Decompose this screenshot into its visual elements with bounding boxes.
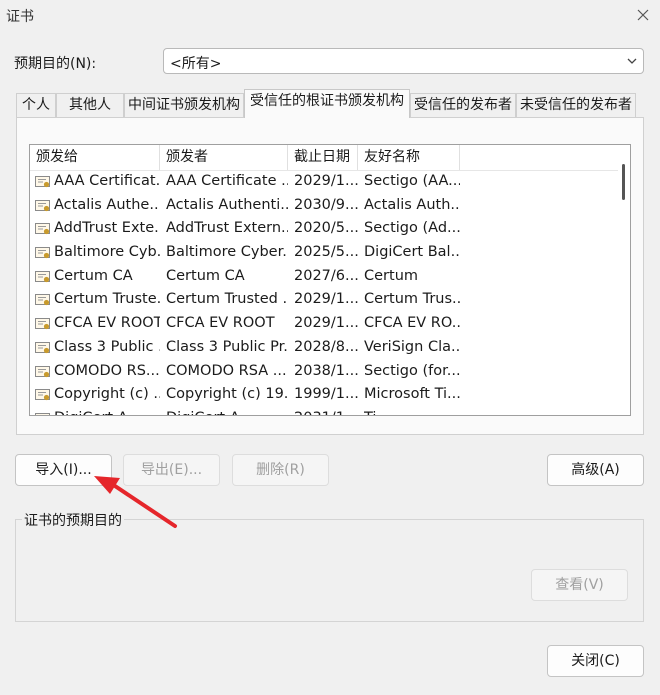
row-cell: 2028/8... [294, 338, 358, 355]
tab-personal[interactable]: 个人 [16, 93, 56, 117]
row-cell: COMODO RSA ... [166, 362, 287, 379]
row-cell: Baltimore Cyber... [166, 244, 288, 261]
table-row[interactable]: DigiCert A... DigiCert A... 2031/1... Ti... [30, 407, 620, 415]
row-cell: Sectigo (Ad... [364, 220, 460, 237]
row-cell: AddTrust Extern... [166, 220, 288, 237]
tab-trusted-root-ca[interactable]: 受信任的根证书颁发机构 [244, 89, 410, 118]
certificate-icon [35, 365, 50, 377]
table-row[interactable]: Certum Truste... Certum Trusted ... 2029/1… [30, 288, 620, 312]
row-cell: 2038/1... [294, 362, 358, 379]
column-expiration-date[interactable]: 截止日期 [288, 145, 358, 170]
row-cell: DigiCert A... [54, 407, 160, 415]
row-cell: DigiCert Bal... [364, 244, 460, 261]
table-row[interactable]: Certum CA Certum CA 2027/6... Certum [30, 265, 620, 289]
view-button[interactable]: 查看(V) [531, 569, 628, 601]
intended-purpose-label: 预期目的(N): [14, 56, 97, 72]
row-cell: Certum CA [54, 267, 133, 284]
certificate-icon [35, 247, 50, 259]
certificate-icon [35, 199, 50, 211]
row-cell: CFCA EV ROOT [166, 315, 275, 332]
column-friendly-name[interactable]: 友好名称 [358, 145, 460, 170]
window-title: 证书 [6, 9, 34, 25]
certificate-list[interactable]: 颁发给 颁发者 截止日期 友好名称 AAA Certificat... AAA C… [29, 144, 631, 416]
row-cell: Sectigo (for... [364, 362, 460, 379]
row-cell: 2029/1... [294, 291, 358, 308]
row-cell: Sectigo (AA... [364, 173, 460, 189]
chevron-down-icon [627, 58, 637, 64]
row-cell: Class 3 Public ... [54, 338, 160, 355]
row-cell: CFCA EV ROOT [54, 315, 160, 332]
row-cell: 2025/5... [294, 244, 358, 261]
row-cell: 2031/1... [294, 407, 358, 415]
advanced-button[interactable]: 高级(A) [547, 454, 644, 486]
row-cell: AAA Certificat... [54, 173, 160, 189]
column-issued-by[interactable]: 颁发者 [160, 145, 288, 170]
table-row[interactable]: Copyright (c) ... Copyright (c) 19... 1999… [30, 383, 620, 407]
row-cell: 2029/1... [294, 315, 358, 332]
row-cell: 2029/1... [294, 173, 358, 189]
table-row[interactable]: CFCA EV ROOT CFCA EV ROOT 2029/1... CFCA EV… [30, 312, 620, 336]
row-cell: VeriSign Cla... [364, 338, 460, 355]
table-row[interactable]: Actalis Authe... Actalis Authenti... 2030/… [30, 194, 620, 218]
list-header: 颁发给 颁发者 截止日期 友好名称 [30, 145, 620, 171]
row-cell: Microsoft Ti... [364, 386, 460, 403]
certificate-icon [35, 389, 50, 401]
row-cell: Certum Trusted ... [166, 291, 288, 308]
certificate-icon [35, 294, 50, 306]
table-row[interactable]: AddTrust Exte... AddTrust Extern... 2020/5… [30, 217, 620, 241]
certificate-icon [35, 176, 50, 188]
row-cell: 1999/1... [294, 386, 358, 403]
intended-purpose-value: <所有> [170, 56, 222, 72]
row-cell: Certum [364, 267, 419, 284]
row-cell: AAA Certificate ... [166, 173, 288, 189]
tab-trusted-publishers[interactable]: 受信任的发布者 [410, 93, 516, 117]
title-bar: 证书 [0, 0, 660, 34]
row-cell: Actalis Auth... [364, 196, 460, 213]
row-cell: Certum Trus... [364, 291, 460, 308]
tab-untrusted-publishers[interactable]: 未受信任的发布者 [516, 93, 636, 117]
certificate-icon [35, 412, 50, 415]
vertical-scrollbar[interactable] [618, 145, 630, 415]
table-row[interactable]: Class 3 Public ... Class 3 Public Pr... 20… [30, 336, 620, 360]
certificate-rows: AAA Certificat... AAA Certificate ... 2029… [30, 170, 620, 415]
close-button[interactable]: 关闭(C) [547, 645, 644, 677]
row-cell: 2020/5... [294, 220, 358, 237]
row-cell: Copyright (c) 19... [166, 386, 288, 403]
table-row[interactable]: AAA Certificat... AAA Certificate ... 2029… [30, 170, 620, 194]
row-cell: Certum CA [166, 267, 245, 284]
column-issued-to[interactable]: 颁发给 [30, 145, 160, 170]
row-cell: DigiCert A... [166, 407, 288, 415]
close-icon[interactable] [632, 4, 654, 26]
red-arrow-annotation [94, 476, 177, 528]
certificate-icon [35, 318, 50, 330]
remove-button[interactable]: 删除(R) [232, 454, 329, 486]
row-cell: CFCA EV RO... [364, 315, 460, 332]
row-cell: Class 3 Public Pr... [166, 338, 288, 355]
row-cell: Copyright (c) ... [54, 386, 160, 403]
table-row[interactable]: COMODO RS... COMODO RSA ... 2038/1... Secti… [30, 360, 620, 384]
scrollbar-thumb[interactable] [622, 164, 625, 200]
row-cell: Ti... [364, 407, 460, 415]
row-cell: Actalis Authe... [54, 196, 160, 213]
table-row[interactable]: Baltimore Cyb... Baltimore Cyber... 2025/5… [30, 241, 620, 265]
tab-other-people[interactable]: 其他人 [56, 93, 124, 117]
row-cell: COMODO RS... [54, 362, 160, 379]
tab-intermediate-ca[interactable]: 中间证书颁发机构 [124, 93, 244, 117]
intended-purpose-combobox[interactable]: <所有> [163, 48, 644, 74]
certificate-icon [35, 223, 50, 235]
certificate-icon [35, 270, 50, 282]
row-cell: AddTrust Exte... [54, 220, 160, 237]
row-cell: Actalis Authenti... [166, 196, 288, 213]
row-cell: 2030/9... [294, 196, 358, 213]
row-cell: 2027/6... [294, 267, 358, 284]
row-cell: Certum Truste... [54, 291, 160, 308]
row-cell: Baltimore Cyb... [54, 244, 160, 261]
certificate-icon [35, 341, 50, 353]
